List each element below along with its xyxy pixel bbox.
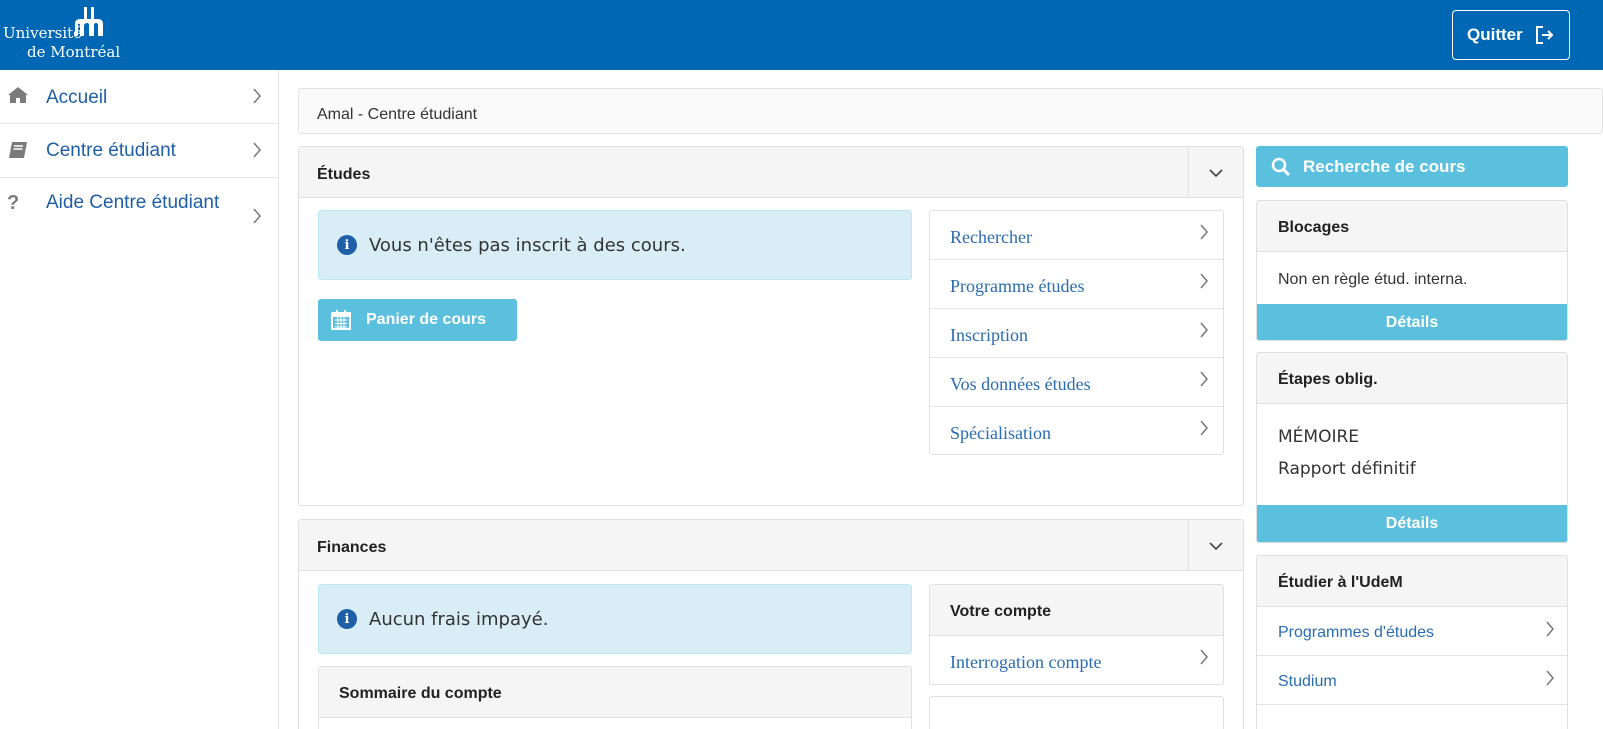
quit-button[interactable]: Quitter (1452, 10, 1570, 60)
chevron-right-icon (252, 88, 262, 110)
finances-title: Finances (317, 539, 387, 556)
course-search-button[interactable]: Recherche de cours (1256, 146, 1568, 187)
logo-line-2: de Montréal (27, 43, 121, 61)
link-specialisation[interactable]: Spécialisation (930, 407, 1223, 456)
etudes-title: Études (317, 166, 371, 183)
course-cart-label: Panier de cours (366, 311, 487, 328)
sidebar: Accueil Centre étudiant ? Aide Centre ét… (0, 70, 279, 729)
chevron-right-icon (1199, 420, 1209, 441)
etudier-card: Étudier à l'UdeM Programmes d'études Stu… (1256, 555, 1568, 729)
finances-collapse-toggle[interactable] (1188, 520, 1243, 571)
question-icon: ? (7, 192, 20, 214)
etudes-info-alert: i Vous n'êtes pas inscrit à des cours. (318, 210, 912, 280)
etapes-line-2: Rapport définitif (1278, 459, 1416, 479)
link-programmes-etudes[interactable]: Programmes d'études (1257, 607, 1567, 656)
course-cart-button[interactable]: Panier de cours (318, 299, 517, 341)
chevron-right-icon (1199, 649, 1209, 670)
blocages-card: Blocages Non en règle étud. interna. Dét… (1256, 200, 1568, 341)
finances-alert-text: Aucun frais impayé. (369, 608, 549, 630)
blocages-text: Non en règle étud. interna. (1278, 271, 1468, 288)
sign-out-icon (1535, 25, 1555, 45)
sidebar-item-label: Aide Centre étudiant (46, 192, 220, 213)
link-label: Programme études (950, 276, 1085, 296)
etapes-title: Étapes oblig. (1257, 353, 1567, 404)
link-interrogation-compte[interactable]: Interrogation compte (930, 636, 1223, 685)
link-label: Inscription (950, 325, 1028, 345)
link-inscription[interactable]: Inscription (930, 309, 1223, 358)
chevron-right-icon (1199, 273, 1209, 294)
top-header-bar: Université de Montréal Quitter (0, 0, 1603, 70)
link-programme-etudes[interactable]: Programme études (930, 260, 1223, 309)
quit-label: Quitter (1467, 25, 1523, 44)
sidebar-item-centre-etudiant[interactable]: Centre étudiant (0, 124, 279, 178)
account-summary-box: Sommaire du compte (318, 666, 912, 729)
sidebar-item-aide[interactable]: ? Aide Centre étudiant (0, 178, 279, 240)
chevron-down-icon (1209, 541, 1223, 550)
etapes-line-1: MÉMOIRE (1278, 427, 1360, 447)
link-label: Spécialisation (950, 423, 1051, 443)
finances-next-box (929, 696, 1224, 729)
book-icon (7, 141, 29, 165)
logo-line-1: Université (3, 24, 83, 42)
etapes-body: MÉMOIRE Rapport définitif (1278, 421, 1416, 485)
sidebar-item-label: Accueil (46, 87, 108, 108)
sidebar-item-accueil[interactable]: Accueil (0, 70, 279, 124)
your-account-title: Votre compte (930, 585, 1223, 636)
sidebar-item-label: Centre étudiant (46, 140, 176, 161)
home-icon (7, 86, 29, 110)
etudes-links-list: Rechercher Programme études Inscription … (929, 210, 1224, 455)
info-icon: i (337, 235, 357, 255)
chevron-right-icon (252, 208, 262, 230)
link-label: Interrogation compte (950, 652, 1102, 672)
account-summary-title: Sommaire du compte (319, 667, 911, 718)
link-label: Programmes d'études (1278, 624, 1435, 641)
etudier-title: Étudier à l'UdeM (1257, 556, 1567, 607)
chevron-right-icon (1199, 224, 1209, 245)
link-label: Rechercher (950, 227, 1032, 247)
link-label: Studium (1278, 673, 1337, 690)
blocages-details-button[interactable]: Détails (1257, 304, 1567, 340)
link-studium[interactable]: Studium (1257, 656, 1567, 705)
link-label: Vos données études (950, 374, 1091, 394)
breadcrumb: Amal - Centre étudiant (298, 88, 1603, 134)
chevron-right-icon (1545, 670, 1555, 691)
link-donnees-etudes[interactable]: Vos données études (930, 358, 1223, 407)
finances-info-alert: i Aucun frais impayé. (318, 584, 912, 654)
chevron-right-icon (252, 142, 262, 164)
search-icon (1271, 157, 1291, 177)
blocages-title: Blocages (1257, 201, 1567, 252)
finances-panel-title: Finances (299, 520, 1243, 571)
udem-emblem-icon (75, 7, 103, 36)
course-search-label: Recherche de cours (1303, 156, 1466, 176)
etapes-card: Étapes oblig. MÉMOIRE Rapport définitif … (1256, 352, 1568, 543)
etudes-panel-title: Études (299, 147, 1243, 198)
chevron-right-icon (1199, 322, 1209, 343)
chevron-down-icon (1209, 168, 1223, 177)
your-account-box: Votre compte Interrogation compte (929, 584, 1224, 685)
chevron-right-icon (1199, 371, 1209, 392)
etudes-alert-text: Vous n'êtes pas inscrit à des cours. (369, 234, 686, 256)
calendar-icon (330, 309, 352, 331)
link-rechercher[interactable]: Rechercher (930, 211, 1223, 260)
etapes-details-button[interactable]: Détails (1257, 505, 1567, 542)
chevron-right-icon (1545, 621, 1555, 642)
etudes-collapse-toggle[interactable] (1188, 147, 1243, 198)
info-icon: i (337, 609, 357, 629)
